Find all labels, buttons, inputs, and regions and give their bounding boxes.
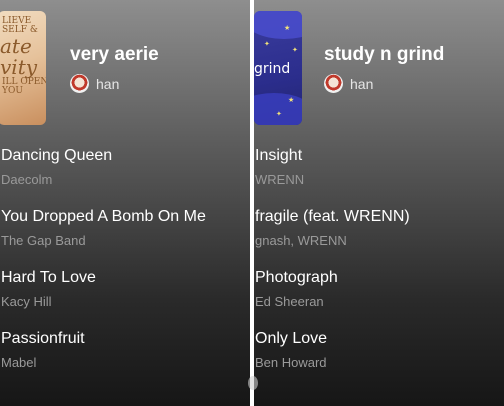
- star-icon: ✦: [276, 111, 282, 118]
- playlist-panel-study-n-grind: grind ★ ✦ ✦ ★ ✦ study n grind han Insigh…: [254, 0, 504, 406]
- playlist-cover[interactable]: LIEVE SELF & ate vity ILL OPEN YOU: [0, 11, 46, 125]
- track-row[interactable]: You Dropped A Bomb On Me The Gap Band: [0, 204, 250, 265]
- track-row[interactable]: Only Love Ben Howard: [254, 326, 504, 387]
- track-artist: Ben Howard: [255, 355, 327, 370]
- track-title: Dancing Queen: [1, 147, 113, 164]
- track-artist: Daecolm: [1, 172, 53, 187]
- track-title: Passionfruit: [1, 330, 85, 347]
- track-row[interactable]: Dancing Queen Daecolm: [0, 143, 250, 204]
- track-artist: gnash, WRENN: [255, 233, 347, 248]
- track-row[interactable]: Passionfruit Mabel: [0, 326, 250, 387]
- track-list: Insight WRENN fragile (feat. WRENN) gnas…: [254, 143, 504, 387]
- track-row[interactable]: Photograph Ed Sheeran: [254, 265, 504, 326]
- cover-wave-shape: [254, 93, 302, 125]
- track-title: You Dropped A Bomb On Me: [1, 208, 206, 225]
- owner-name: han: [96, 75, 120, 92]
- cover-wave-shape: [254, 11, 302, 39]
- playlist-owner[interactable]: han: [70, 74, 119, 93]
- playlist-owner[interactable]: han: [324, 74, 373, 93]
- cover-text: grind: [254, 61, 291, 77]
- star-icon: ★: [288, 97, 295, 104]
- star-icon: ✦: [292, 47, 298, 54]
- track-artist: WRENN: [255, 172, 305, 187]
- avatar: [324, 74, 343, 93]
- track-list: Dancing Queen Daecolm You Dropped A Bomb…: [0, 143, 250, 387]
- playlist-title: study n grind: [324, 44, 445, 65]
- scroll-indicator: [248, 376, 258, 390]
- playlist-title: very aerie: [70, 44, 159, 65]
- track-title: Photograph: [255, 269, 338, 286]
- owner-name: han: [350, 75, 374, 92]
- cover-artwork-text: LIEVE SELF & ate vity ILL OPEN YOU: [0, 16, 46, 97]
- track-artist: Ed Sheeran: [255, 294, 324, 309]
- track-row[interactable]: fragile (feat. WRENN) gnash, WRENN: [254, 204, 504, 265]
- track-artist: The Gap Band: [1, 233, 86, 248]
- playlist-cover[interactable]: grind ★ ✦ ✦ ★ ✦: [254, 11, 302, 125]
- star-icon: ✦: [264, 41, 270, 48]
- track-title: fragile (feat. WRENN): [255, 208, 410, 225]
- track-title: Hard To Love: [1, 269, 96, 286]
- avatar: [70, 74, 89, 93]
- star-icon: ★: [284, 25, 291, 32]
- track-artist: Mabel: [1, 355, 37, 370]
- track-title: Only Love: [255, 330, 328, 347]
- track-row[interactable]: Insight WRENN: [254, 143, 504, 204]
- track-row[interactable]: Hard To Love Kacy Hill: [0, 265, 250, 326]
- track-artist: Kacy Hill: [1, 294, 52, 309]
- track-title: Insight: [255, 147, 303, 164]
- playlist-panel-very-aerie: LIEVE SELF & ate vity ILL OPEN YOU very …: [0, 0, 250, 406]
